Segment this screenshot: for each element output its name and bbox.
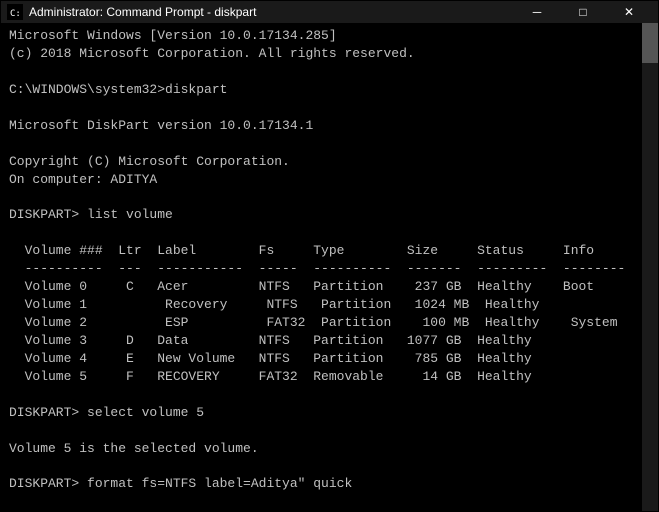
window-title: Administrator: Command Prompt - diskpart [29,5,514,19]
svg-text:C:: C: [10,9,21,19]
scrollbar[interactable] [642,23,658,511]
console-output[interactable]: Microsoft Windows [Version 10.0.17134.28… [1,23,642,511]
console-area: Microsoft Windows [Version 10.0.17134.28… [1,23,658,511]
maximize-button[interactable]: □ [560,1,606,23]
minimize-button[interactable]: ─ [514,1,560,23]
titlebar: C: Administrator: Command Prompt - diskp… [1,1,658,23]
titlebar-controls: ─ □ ✕ [514,1,652,23]
window-icon: C: [7,4,23,20]
scrollbar-thumb[interactable] [642,23,658,63]
window: C: Administrator: Command Prompt - diskp… [0,0,659,512]
close-button[interactable]: ✕ [606,1,652,23]
